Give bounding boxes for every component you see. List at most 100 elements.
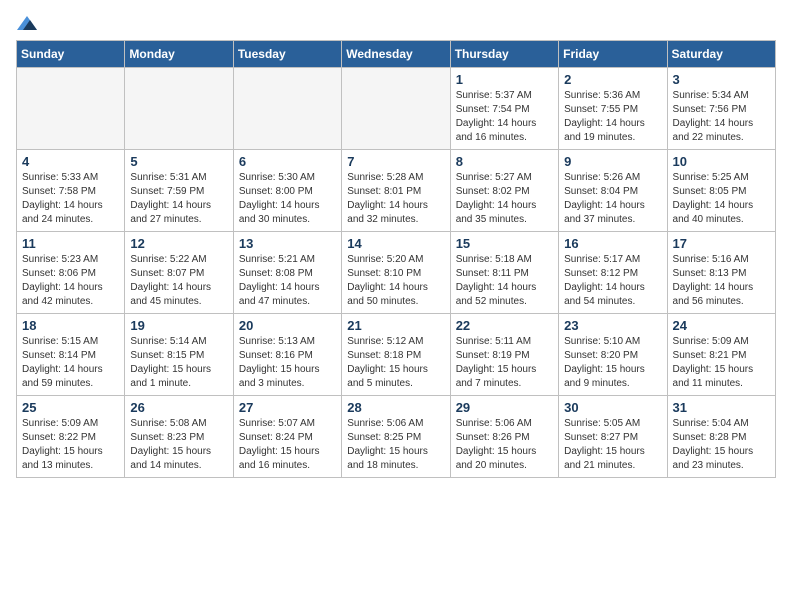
weekday-header-row: SundayMondayTuesdayWednesdayThursdayFrid… (17, 41, 776, 68)
calendar-week-1: 1Sunrise: 5:37 AM Sunset: 7:54 PM Daylig… (17, 68, 776, 150)
day-info: Sunrise: 5:07 AM Sunset: 8:24 PM Dayligh… (239, 417, 336, 473)
day-info: Sunrise: 5:06 AM Sunset: 8:26 PM Dayligh… (456, 417, 553, 473)
day-info: Sunrise: 5:28 AM Sunset: 8:01 PM Dayligh… (347, 171, 444, 227)
calendar-cell: 21 Sunrise: 5:12 AM Sunset: 8:18 PM Dayli… (342, 314, 450, 396)
day-number: 10 (673, 154, 770, 169)
day-info: Sunrise: 5:26 AM Sunset: 8:04 PM Dayligh… (564, 171, 661, 227)
day-number: 5 (130, 154, 227, 169)
day-info: Sunrise: 5:11 AM Sunset: 8:19 PM Dayligh… (456, 335, 553, 391)
calendar-week-3: 11 Sunrise: 5:23 AM Sunset: 8:06 PM Dayli… (17, 232, 776, 314)
weekday-header-saturday: Saturday (667, 41, 775, 68)
day-number: 13 (239, 236, 336, 251)
calendar-cell: 31 Sunrise: 5:04 AM Sunset: 8:28 PM Dayli… (667, 396, 775, 478)
day-number: 2 (564, 72, 661, 87)
calendar-cell: 16 Sunrise: 5:17 AM Sunset: 8:12 PM Dayli… (559, 232, 667, 314)
calendar-cell (233, 68, 341, 150)
day-number: 15 (456, 236, 553, 251)
day-number: 8 (456, 154, 553, 169)
calendar-cell (17, 68, 125, 150)
calendar-cell: 6 Sunrise: 5:30 AM Sunset: 8:00 PM Daylig… (233, 150, 341, 232)
calendar-cell (342, 68, 450, 150)
day-number: 22 (456, 318, 553, 333)
calendar-cell: 19Sunrise: 5:14 AM Sunset: 8:15 PM Dayli… (125, 314, 233, 396)
day-info: Sunrise: 5:17 AM Sunset: 8:12 PM Dayligh… (564, 253, 661, 309)
day-info: Sunrise: 5:08 AM Sunset: 8:23 PM Dayligh… (130, 417, 227, 473)
day-info: Sunrise: 5:36 AM Sunset: 7:55 PM Dayligh… (564, 89, 661, 145)
calendar-cell: 1Sunrise: 5:37 AM Sunset: 7:54 PM Daylig… (450, 68, 558, 150)
day-info: Sunrise: 5:15 AM Sunset: 8:14 PM Dayligh… (22, 335, 119, 391)
day-number: 4 (22, 154, 119, 169)
day-info: Sunrise: 5:23 AM Sunset: 8:06 PM Dayligh… (22, 253, 119, 309)
day-info: Sunrise: 5:05 AM Sunset: 8:27 PM Dayligh… (564, 417, 661, 473)
logo (16, 16, 38, 28)
calendar-cell: 9Sunrise: 5:26 AM Sunset: 8:04 PM Daylig… (559, 150, 667, 232)
day-info: Sunrise: 5:06 AM Sunset: 8:25 PM Dayligh… (347, 417, 444, 473)
day-info: Sunrise: 5:09 AM Sunset: 8:21 PM Dayligh… (673, 335, 770, 391)
weekday-header-monday: Monday (125, 41, 233, 68)
calendar-cell: 23 Sunrise: 5:10 AM Sunset: 8:20 PM Dayli… (559, 314, 667, 396)
day-info: Sunrise: 5:34 AM Sunset: 7:56 PM Dayligh… (673, 89, 770, 145)
day-info: Sunrise: 5:30 AM Sunset: 8:00 PM Dayligh… (239, 171, 336, 227)
day-info: Sunrise: 5:25 AM Sunset: 8:05 PM Dayligh… (673, 171, 770, 227)
day-number: 6 (239, 154, 336, 169)
day-info: Sunrise: 5:31 AM Sunset: 7:59 PM Dayligh… (130, 171, 227, 227)
calendar-week-4: 18Sunrise: 5:15 AM Sunset: 8:14 PM Dayli… (17, 314, 776, 396)
calendar-cell: 7 Sunrise: 5:28 AM Sunset: 8:01 PM Daylig… (342, 150, 450, 232)
calendar-cell: 4 Sunrise: 5:33 AM Sunset: 7:58 PM Daylig… (17, 150, 125, 232)
calendar-cell: 2 Sunrise: 5:36 AM Sunset: 7:55 PM Daylig… (559, 68, 667, 150)
day-number: 26 (130, 400, 227, 415)
calendar-week-2: 4 Sunrise: 5:33 AM Sunset: 7:58 PM Daylig… (17, 150, 776, 232)
calendar-cell: 26 Sunrise: 5:08 AM Sunset: 8:23 PM Dayli… (125, 396, 233, 478)
calendar-cell: 17 Sunrise: 5:16 AM Sunset: 8:13 PM Dayli… (667, 232, 775, 314)
calendar-cell: 14 Sunrise: 5:20 AM Sunset: 8:10 PM Dayli… (342, 232, 450, 314)
day-info: Sunrise: 5:10 AM Sunset: 8:20 PM Dayligh… (564, 335, 661, 391)
weekday-header-tuesday: Tuesday (233, 41, 341, 68)
weekday-header-wednesday: Wednesday (342, 41, 450, 68)
day-number: 20 (239, 318, 336, 333)
day-info: Sunrise: 5:33 AM Sunset: 7:58 PM Dayligh… (22, 171, 119, 227)
calendar-cell: 27 Sunrise: 5:07 AM Sunset: 8:24 PM Dayli… (233, 396, 341, 478)
day-number: 3 (673, 72, 770, 87)
calendar-cell: 29Sunrise: 5:06 AM Sunset: 8:26 PM Dayli… (450, 396, 558, 478)
day-number: 21 (347, 318, 444, 333)
day-number: 25 (22, 400, 119, 415)
day-info: Sunrise: 5:16 AM Sunset: 8:13 PM Dayligh… (673, 253, 770, 309)
day-number: 19 (130, 318, 227, 333)
day-number: 11 (22, 236, 119, 251)
calendar-cell: 24Sunrise: 5:09 AM Sunset: 8:21 PM Dayli… (667, 314, 775, 396)
day-info: Sunrise: 5:20 AM Sunset: 8:10 PM Dayligh… (347, 253, 444, 309)
day-info: Sunrise: 5:12 AM Sunset: 8:18 PM Dayligh… (347, 335, 444, 391)
calendar-cell: 28 Sunrise: 5:06 AM Sunset: 8:25 PM Dayli… (342, 396, 450, 478)
calendar-cell: 22 Sunrise: 5:11 AM Sunset: 8:19 PM Dayli… (450, 314, 558, 396)
day-info: Sunrise: 5:22 AM Sunset: 8:07 PM Dayligh… (130, 253, 227, 309)
day-info: Sunrise: 5:13 AM Sunset: 8:16 PM Dayligh… (239, 335, 336, 391)
day-number: 30 (564, 400, 661, 415)
day-info: Sunrise: 5:04 AM Sunset: 8:28 PM Dayligh… (673, 417, 770, 473)
day-number: 23 (564, 318, 661, 333)
day-number: 27 (239, 400, 336, 415)
calendar-week-5: 25 Sunrise: 5:09 AM Sunset: 8:22 PM Dayli… (17, 396, 776, 478)
calendar-cell: 10 Sunrise: 5:25 AM Sunset: 8:05 PM Dayli… (667, 150, 775, 232)
day-info: Sunrise: 5:37 AM Sunset: 7:54 PM Dayligh… (456, 89, 553, 145)
day-number: 31 (673, 400, 770, 415)
calendar-table: SundayMondayTuesdayWednesdayThursdayFrid… (16, 40, 776, 478)
logo-icon (17, 16, 37, 32)
day-number: 28 (347, 400, 444, 415)
day-info: Sunrise: 5:27 AM Sunset: 8:02 PM Dayligh… (456, 171, 553, 227)
day-number: 14 (347, 236, 444, 251)
day-number: 12 (130, 236, 227, 251)
day-number: 17 (673, 236, 770, 251)
day-number: 7 (347, 154, 444, 169)
calendar-cell: 13 Sunrise: 5:21 AM Sunset: 8:08 PM Dayli… (233, 232, 341, 314)
day-info: Sunrise: 5:09 AM Sunset: 8:22 PM Dayligh… (22, 417, 119, 473)
page-header (16, 16, 776, 28)
calendar-cell: 3 Sunrise: 5:34 AM Sunset: 7:56 PM Daylig… (667, 68, 775, 150)
day-number: 16 (564, 236, 661, 251)
day-info: Sunrise: 5:18 AM Sunset: 8:11 PM Dayligh… (456, 253, 553, 309)
calendar-cell (125, 68, 233, 150)
calendar-cell: 11 Sunrise: 5:23 AM Sunset: 8:06 PM Dayli… (17, 232, 125, 314)
calendar-cell: 12 Sunrise: 5:22 AM Sunset: 8:07 PM Dayli… (125, 232, 233, 314)
day-info: Sunrise: 5:21 AM Sunset: 8:08 PM Dayligh… (239, 253, 336, 309)
calendar-cell: 30 Sunrise: 5:05 AM Sunset: 8:27 PM Dayli… (559, 396, 667, 478)
weekday-header-sunday: Sunday (17, 41, 125, 68)
